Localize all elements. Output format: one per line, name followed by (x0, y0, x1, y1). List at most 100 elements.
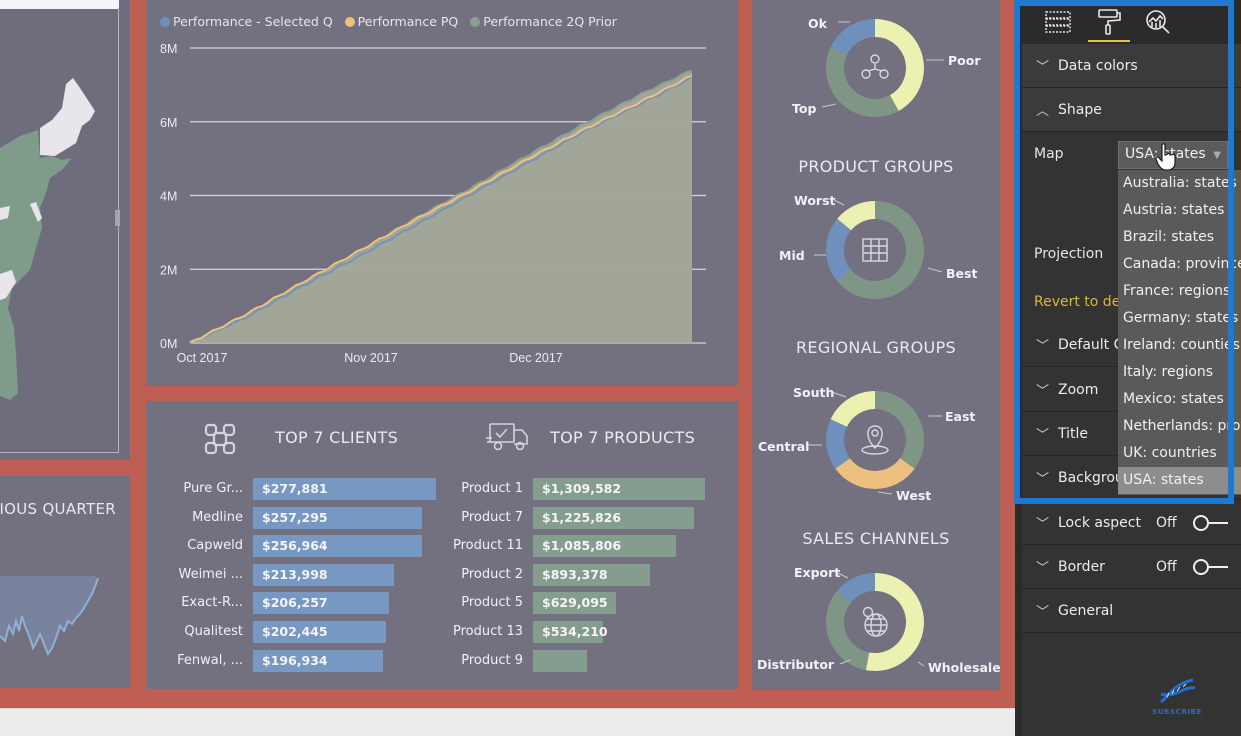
resize-handle[interactable] (115, 210, 120, 226)
map-option[interactable]: Netherlands: provinces (1118, 413, 1241, 440)
map-option[interactable]: Germany: states (1118, 305, 1241, 332)
people-hierarchy-icon (861, 54, 889, 79)
legend-label: Performance PQ (357, 14, 459, 29)
location-pin-icon (861, 425, 889, 455)
donut-label-best: Best (946, 266, 978, 281)
map-visual[interactable] (0, 0, 130, 460)
subscribe-label: SUBSCRIBE (1152, 708, 1202, 716)
product-bar[interactable] (533, 649, 587, 672)
donut-label-west: West (896, 488, 932, 503)
client-label: Capweld (187, 538, 243, 554)
product-value-label: $893,378 (542, 566, 608, 582)
section-general[interactable]: ﹀ General (1022, 589, 1241, 633)
area-2q-prior (190, 70, 692, 344)
x-tick-label: Oct 2017 (177, 351, 228, 365)
border-toggle[interactable] (1192, 558, 1230, 575)
map-option[interactable]: Canada: provinces (1118, 251, 1241, 278)
donut-slice-poor[interactable] (875, 19, 924, 111)
y-tick-label: 0M (160, 337, 177, 351)
map-option[interactable]: Brazil: states (1118, 224, 1241, 251)
performance-area-chart: 0M 2M 4M 6M 8M Oct 2017 Nov 2017 Dec 2017 (160, 42, 706, 365)
map-option[interactable]: Mexico: states (1118, 386, 1241, 413)
dna-icon (1160, 678, 1196, 704)
y-tick-label: 4M (160, 190, 177, 204)
legend-item-selected-q[interactable]: Performance - Selected Q (160, 14, 333, 29)
map-state-new-england[interactable] (40, 78, 95, 156)
map-option[interactable]: France: regions (1118, 278, 1241, 305)
previous-quarter-visual[interactable]: VIOUS QUARTER (0, 476, 130, 688)
client-bar[interactable]: $202,445 (253, 621, 387, 643)
legend-item-2q-prior[interactable]: Performance 2Q Prior (470, 14, 617, 29)
map-option[interactable]: Ireland: counties (1118, 332, 1241, 359)
lock-aspect-toggle[interactable] (1192, 514, 1230, 531)
product-value-label: $1,225,826 (542, 509, 622, 525)
map-option[interactable]: Australia: states (1118, 170, 1241, 197)
top-7-visual[interactable]: TOP 7 CLIENTS TOP 7 PRODUCTS Pure Gr... $… (146, 401, 738, 689)
product-bar[interactable]: $534,210 (533, 621, 608, 643)
section-data-colors[interactable]: ﹀ Data colors (1022, 44, 1241, 88)
hand-cursor-icon (1155, 143, 1176, 171)
app-root: VIOUS QUARTER 0M 2M 4M 6M 8M Oct 2017 Nov 2017… (0, 0, 1241, 736)
border-state: Off (1156, 558, 1177, 575)
map-state-green-east[interactable] (0, 130, 72, 400)
donut-slice-east[interactable] (875, 391, 924, 469)
chevron-down-icon: ﹀ (1036, 472, 1050, 487)
subscribe-badge[interactable]: SUBSCRIBE (1147, 676, 1207, 716)
client-bar[interactable]: $206,257 (253, 592, 389, 615)
map-selection-frame (0, 8, 119, 453)
product-bar[interactable]: $893,378 (533, 563, 651, 586)
y-tick-label: 2M (160, 263, 177, 277)
product-bar[interactable]: $629,095 (533, 592, 616, 615)
donut-slice-mid[interactable] (826, 218, 852, 282)
map-option[interactable]: USA: states (1118, 467, 1241, 494)
section-shape[interactable]: ︿ Shape (1022, 88, 1241, 132)
donut-label-east: East (945, 409, 976, 424)
donut-label-poor: Poor (948, 53, 981, 68)
donut-slice-west[interactable] (835, 458, 915, 489)
donut-label-south: South (793, 385, 835, 400)
revert-to-default-link[interactable]: Revert to def (1034, 294, 1125, 310)
tab-format[interactable] (1093, 6, 1125, 38)
map-option[interactable]: Austria: states (1118, 197, 1241, 224)
section-label: Lock aspect (1058, 514, 1141, 531)
product-bar[interactable]: $1,225,826 (533, 506, 694, 529)
tab-analytics[interactable] (1142, 6, 1174, 38)
pane-divider[interactable] (1015, 0, 1022, 736)
client-bar[interactable]: $256,964 (253, 535, 423, 558)
client-value-label: $206,257 (262, 595, 328, 611)
client-label: Pure Gr... (183, 481, 243, 496)
legend-item-pq[interactable]: Performance PQ (344, 14, 459, 29)
section-label: General (1058, 602, 1114, 619)
analytics-icon (1146, 10, 1170, 34)
client-value-label: $213,998 (262, 566, 328, 582)
client-bar[interactable]: $257,295 (253, 506, 423, 529)
product-label: Product 7 (461, 509, 523, 525)
donut-slice-south[interactable] (830, 390, 875, 427)
top-products-title: TOP 7 PRODUCTS (550, 428, 696, 447)
projection-label: Projection (1034, 246, 1104, 262)
section-border[interactable]: ﹀ Border Off (1022, 545, 1241, 589)
donut-label-top: Top (792, 101, 817, 116)
paint-roller-icon (1098, 9, 1121, 35)
fields-icon (1045, 11, 1071, 33)
client-value-label: $257,295 (262, 509, 328, 525)
donut-slice-ok[interactable] (830, 18, 875, 55)
pane-tabs (1022, 0, 1241, 44)
product-bar[interactable]: $1,309,582 (533, 478, 705, 500)
client-bar[interactable]: $213,998 (253, 563, 394, 586)
donut-label-central: Central (758, 439, 810, 454)
performance-chart-visual[interactable]: 0M 2M 4M 6M 8M Oct 2017 Nov 2017 Dec 2017 Perfo… (146, 0, 738, 386)
donut-slice-top[interactable] (826, 47, 899, 118)
map-option[interactable]: UK: countries (1118, 440, 1241, 467)
map-options-dropdown[interactable]: Australia: states Austria: states Brazil: … (1118, 170, 1241, 495)
delivery-truck-icon (486, 423, 528, 451)
map-option[interactable]: Italy: regions (1118, 359, 1241, 386)
client-bar[interactable]: $277,881 (253, 478, 436, 500)
donut-charts-visual[interactable]: PRODUCT GROUPS REGIONAL GROUPS SALES CHA… (752, 0, 1001, 690)
tab-fields[interactable] (1042, 6, 1074, 38)
donut-label-export: Export (794, 565, 841, 580)
product-bar[interactable]: $1,085,806 (533, 535, 676, 558)
client-bar[interactable]: $196,934 (253, 649, 383, 672)
section-lock-aspect[interactable]: ﹀ Lock aspect Off (1022, 501, 1241, 545)
section-label: Default C (1058, 336, 1124, 353)
